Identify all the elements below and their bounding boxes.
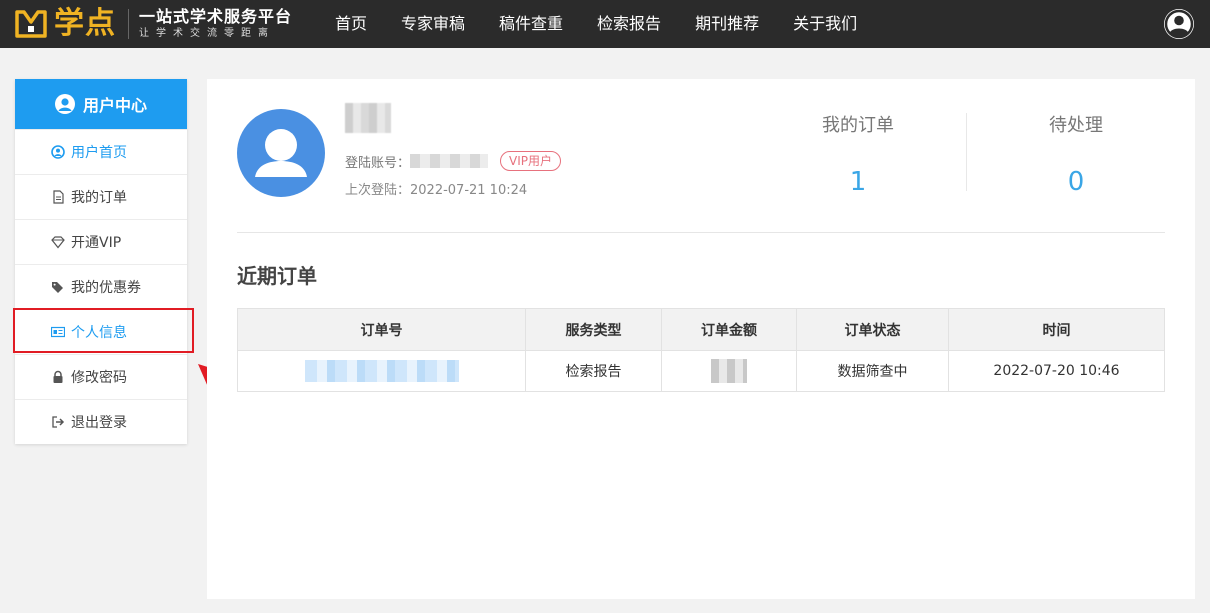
order-amount-cell: [661, 350, 797, 392]
user-circle-icon: [54, 94, 75, 114]
top-navbar: 学点 一站式学术服务平台 让学术交流零距离 首页 专家审稿 稿件查重 检索报告 …: [0, 0, 1210, 48]
service-type-cell: 检索报告: [525, 350, 662, 392]
document-icon: [51, 190, 65, 204]
sidebar-item-user-home[interactable]: 用户首页: [15, 129, 187, 174]
table-header-row: 订单号 服务类型 订单金额 订单状态 时间: [237, 308, 1165, 351]
id-card-icon: [50, 325, 66, 339]
sidebar-item-my-coupons[interactable]: 我的优惠券: [15, 264, 187, 309]
logo-subtitle: 让学术交流零距离: [139, 28, 275, 39]
divider: [237, 232, 1165, 233]
nav-search-report[interactable]: 检索报告: [580, 0, 678, 48]
sidebar-title: 用户中心: [82, 96, 147, 115]
sidebar-item-label: 用户首页: [71, 145, 127, 161]
logo-mark-icon: [14, 8, 48, 40]
diamond-icon: [51, 235, 65, 249]
main-nav: 首页 专家审稿 稿件查重 检索报告 期刊推荐 关于我们: [318, 0, 874, 48]
nav-home[interactable]: 首页: [318, 0, 384, 48]
order-time-cell: 2022-07-20 10:46: [948, 350, 1165, 392]
nav-expert-review[interactable]: 专家审稿: [384, 0, 482, 48]
main-panel: 登陆账号： VIP用户 上次登陆：2022-07-21 10:24 我的订单 1…: [207, 79, 1195, 599]
stat-label: 待处理: [1049, 115, 1103, 136]
order-number-cell[interactable]: [237, 350, 526, 392]
sidebar-item-label: 退出登录: [71, 415, 127, 431]
logo-name: 学点: [54, 6, 116, 41]
stat-pending[interactable]: 待处理 0: [976, 111, 1176, 197]
account-row: 登陆账号： VIP用户: [345, 151, 562, 171]
order-number-redacted[interactable]: [304, 360, 459, 382]
column-header: 订单状态: [796, 308, 949, 351]
stat-my-orders[interactable]: 我的订单 1: [758, 111, 958, 197]
sidebar-item-label: 修改密码: [71, 370, 127, 386]
username-redacted: [345, 103, 391, 133]
order-amount-redacted: [711, 359, 747, 383]
site-logo[interactable]: 学点 一站式学术服务平台 让学术交流零距离: [14, 6, 292, 42]
recent-orders-title: 近期订单: [237, 264, 317, 288]
column-header: 服务类型: [525, 308, 662, 351]
sidebar-item-label: 开通VIP: [71, 235, 122, 251]
last-login: 上次登陆：2022-07-21 10:24: [345, 183, 528, 198]
sidebar-item-personal-info[interactable]: 个人信息: [15, 309, 187, 354]
logo-divider: [128, 9, 129, 39]
tags-icon: [51, 280, 65, 294]
vip-badge: VIP用户: [500, 151, 562, 171]
sidebar-item-label: 我的订单: [71, 190, 127, 206]
logout-icon: [51, 415, 65, 429]
sidebar-item-label: 我的优惠券: [71, 280, 141, 296]
column-header: 订单号: [237, 308, 526, 351]
nav-journal-recommend[interactable]: 期刊推荐: [678, 0, 776, 48]
sidebar-item-logout[interactable]: 退出登录: [15, 399, 187, 444]
recent-orders-table: 订单号 服务类型 订单金额 订单状态 时间 检索报告 数据筛查中 2022-07…: [237, 308, 1165, 392]
sidebar-item-label: 个人信息: [71, 325, 127, 341]
sidebar-item-change-password[interactable]: 修改密码: [15, 354, 187, 399]
account-label: 登陆账号：: [345, 155, 411, 171]
stat-label: 我的订单: [822, 115, 894, 136]
user-account-icon[interactable]: [1164, 9, 1194, 39]
avatar[interactable]: [237, 109, 325, 197]
column-header: 订单金额: [661, 308, 797, 351]
stat-value: 1: [849, 167, 867, 197]
account-redacted: [410, 154, 489, 168]
stat-value: 0: [1067, 167, 1085, 197]
sidebar-header: 用户中心: [15, 79, 187, 129]
column-header: 时间: [948, 308, 1165, 351]
logo-slogan: 一站式学术服务平台: [139, 7, 293, 26]
nav-about-us[interactable]: 关于我们: [776, 0, 874, 48]
lock-icon: [51, 370, 65, 384]
sidebar-item-open-vip[interactable]: 开通VIP: [15, 219, 187, 264]
user-circle-icon: [51, 145, 65, 159]
order-status-cell: 数据筛查中: [796, 350, 949, 392]
stat-divider: [966, 113, 967, 191]
user-center-sidebar: 用户中心 用户首页 我的订单 开通VIP 我的优惠券 个人信息 修改密码 退出登…: [15, 79, 187, 444]
nav-plagiarism-check[interactable]: 稿件查重: [482, 0, 580, 48]
sidebar-item-my-orders[interactable]: 我的订单: [15, 174, 187, 219]
table-row[interactable]: 检索报告 数据筛查中 2022-07-20 10:46: [237, 350, 1165, 392]
